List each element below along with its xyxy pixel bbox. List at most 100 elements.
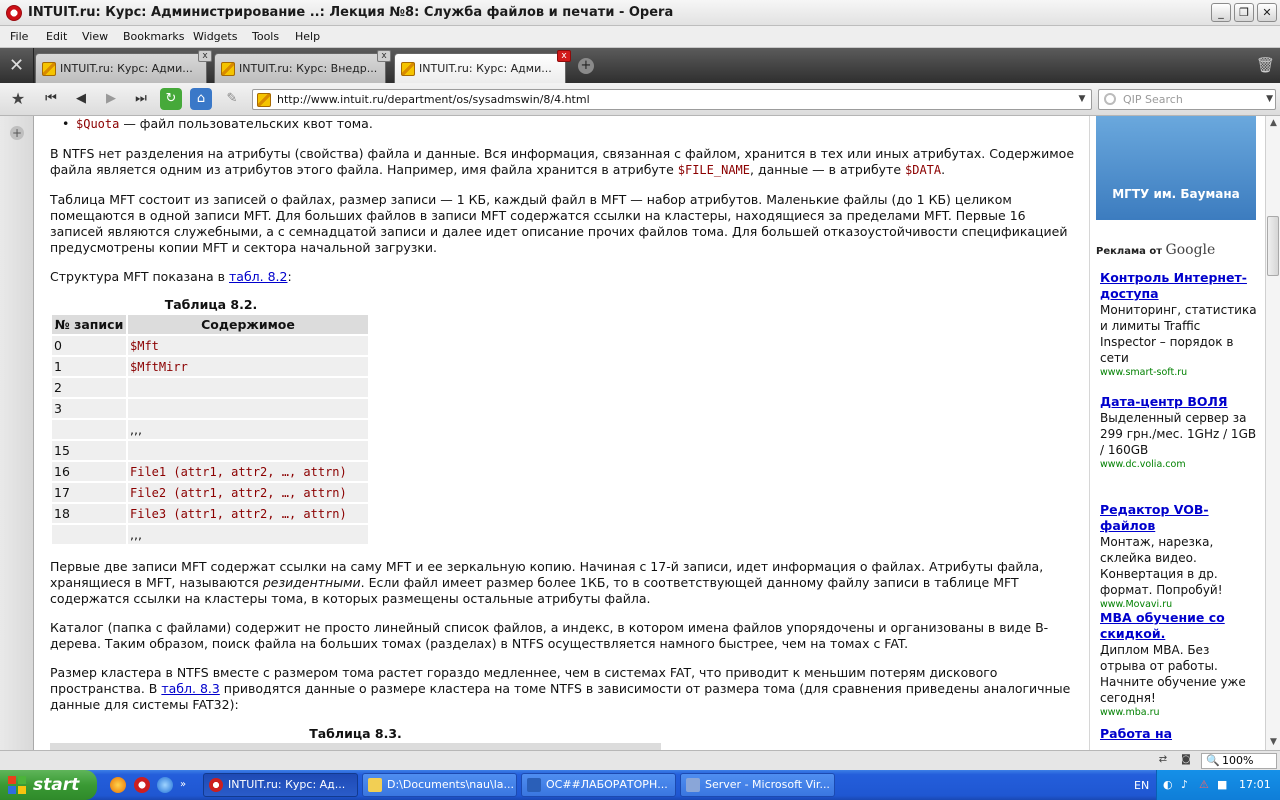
tab-2[interactable]: INTUIT.ru: Курс: Внедр... x [214,50,391,83]
ad-title-link[interactable]: Редактор VOB-файлов [1100,502,1258,534]
paragraph-3: Структура MFT показана в табл. 8.2: [50,269,1080,285]
add-panel-icon[interactable]: + [10,126,24,140]
ads-label-text: Реклама от [1096,246,1166,257]
ad-title-link[interactable]: Работа на [1100,726,1258,742]
vertical-scrollbar[interactable]: ▲ ▼ [1265,116,1280,750]
intuit-favicon-icon [401,62,415,76]
fast-forward-button[interactable]: ⏭ [130,88,152,110]
table-cell [52,525,126,544]
start-button[interactable]: start [0,770,97,800]
home-button[interactable]: ⌂ [190,88,212,110]
bullet-text: — файл пользовательских квот тома. [119,116,373,131]
menu-bookmarks[interactable]: Bookmarks [123,30,184,43]
task-word[interactable]: ОС##ЛАБОРАТОРН... [521,773,676,797]
table-cell: ,,, [128,525,368,544]
search-box[interactable]: QIP Search ▼ [1098,89,1276,110]
ad-url[interactable]: www.smart-soft.ru [1100,366,1258,379]
table-cell: $Mft [128,336,368,355]
address-bar[interactable]: http://www.intuit.ru/department/os/sysad… [252,89,1092,110]
tab-close-button[interactable]: x [198,50,212,62]
ad-title-link[interactable]: Контроль Интернет-доступа [1100,270,1258,302]
paragraph-6: Размер кластера в NTFS вместе с размером… [50,665,1080,713]
tray-network-icon[interactable]: ◐ [1163,778,1173,791]
word-task-icon [527,778,541,792]
scroll-up-arrow-icon[interactable]: ▲ [1266,116,1280,131]
zoom-value: 100% [1222,754,1254,767]
navigation-toolbar: ★ ⏮ ◀ ▶ ⏭ ↻ ⌂ ✎ http://www.intuit.ru/dep… [0,83,1280,116]
table-cell: File1 (attr1, attr2, …, attrn) [128,462,368,481]
tray-antivirus-icon[interactable]: ⚠ [1199,778,1209,791]
url-dropdown-icon[interactable]: ▼ [1075,92,1089,107]
url-text[interactable]: http://www.intuit.ru/department/os/sysad… [277,93,590,106]
tray-app-icon[interactable]: ■ [1217,778,1227,791]
table-8-3-header [50,743,661,750]
ad-item: MBA обучение со скидкой. Диплом МВА. Без… [1100,610,1258,719]
task-explorer[interactable]: D:\Documents\nau\la... [362,773,517,797]
menu-edit[interactable]: Edit [46,30,67,43]
ad-text: Выделенный сервер за 299 грн./мес. 1GHz … [1100,411,1257,457]
network-icon[interactable]: ⇄ [1156,754,1170,767]
menu-widgets[interactable]: Widgets [193,30,237,43]
table-8-2: № записи Содержимое 0 $Mft 1 $MftMirr 2 3 … [50,313,370,546]
table-8-3-link[interactable]: табл. 8.3 [161,681,219,696]
tab-label: INTUIT.ru: Курс: Внедр... [239,62,378,75]
close-window-button[interactable]: ✕ [1257,3,1277,22]
menu-view[interactable]: View [82,30,108,43]
virtual-pc-task-icon [686,778,700,792]
ad-url[interactable]: www.mba.ru [1100,706,1258,719]
table-row: 3 [52,399,368,418]
minimize-button[interactable]: _ [1211,3,1231,22]
scroll-thumb[interactable] [1267,216,1279,276]
table-row: ,,, [52,420,368,439]
task-virtual-pc[interactable]: Server - Microsoft Vir... [680,773,835,797]
table-row: 17 File2 (attr1, attr2, …, attrn) [52,483,368,502]
bauman-banner[interactable]: МГТУ им. Баумана [1096,116,1256,220]
table-header-content: Содержимое [128,315,368,334]
table-cell: File3 (attr1, attr2, …, attrn) [128,504,368,523]
table-header-record-number: № записи [52,315,126,334]
forward-button[interactable]: ▶ [100,88,122,110]
search-dropdown-icon[interactable]: ▼ [1266,92,1273,107]
quicklaunch-firefox-icon[interactable] [110,777,126,793]
camera-icon[interactable]: ◙ [1179,754,1193,767]
zoom-control[interactable]: 🔍 100% [1201,753,1277,769]
side-panel: + [0,116,34,750]
scroll-down-arrow-icon[interactable]: ▼ [1266,735,1280,750]
maximize-button[interactable]: ❐ [1234,3,1254,22]
menu-file[interactable]: File [10,30,28,43]
task-opera[interactable]: INTUIT.ru: Курс: Ад... [203,773,358,797]
back-button[interactable]: ◀ [70,88,92,110]
quicklaunch-expand-icon[interactable]: » [180,777,190,793]
panel-star-icon[interactable]: ★ [6,88,30,110]
edit-pen-icon[interactable]: ✎ [221,88,243,110]
clock: 17:01 [1239,778,1271,791]
paragraph-1: В NTFS нет разделения на атрибуты (свойс… [50,146,1080,178]
intuit-favicon-icon [42,62,56,76]
reload-button[interactable]: ↻ [160,88,182,110]
tab-3-active[interactable]: INTUIT.ru: Курс: Адми... x [394,50,571,83]
status-bar: ⇄ ◙ 🔍 100% [0,750,1280,770]
quicklaunch-opera-icon[interactable] [134,777,150,793]
rewind-button[interactable]: ⏮ [40,88,62,110]
ads-column: МГТУ им. Баумана Реклама от Google Контр… [1089,116,1265,750]
google-logo[interactable]: Google [1166,242,1216,258]
quicklaunch-ie-icon[interactable] [157,777,173,793]
menu-help[interactable]: Help [295,30,320,43]
table-row: 2 [52,378,368,397]
new-tab-button[interactable]: + [578,58,594,74]
trash-icon[interactable]: 🗑 [1256,56,1275,76]
ad-title-link[interactable]: MBA обучение со скидкой. [1100,610,1258,642]
menu-bar: File Edit View Bookmarks Widgets Tools H… [0,26,1280,48]
ad-text: Монтаж, нарезка, склейка видео. Конверта… [1100,535,1223,597]
table-row: 16 File1 (attr1, attr2, …, attrn) [52,462,368,481]
tab-close-button[interactable]: x [557,50,571,62]
tray-volume-icon[interactable]: ♪ [1181,778,1188,791]
tab-close-button[interactable]: x [377,50,391,62]
table-8-2-link[interactable]: табл. 8.2 [229,269,287,284]
tools-wrench-icon[interactable]: ✕ [0,48,34,83]
ad-url[interactable]: www.dc.volia.com [1100,458,1258,471]
ad-title-link[interactable]: Дата-центр ВОЛЯ [1100,394,1258,410]
tab-1[interactable]: INTUIT.ru: Курс: Адми... x [35,50,212,83]
menu-tools[interactable]: Tools [252,30,279,43]
language-indicator[interactable]: EN [1134,779,1149,792]
